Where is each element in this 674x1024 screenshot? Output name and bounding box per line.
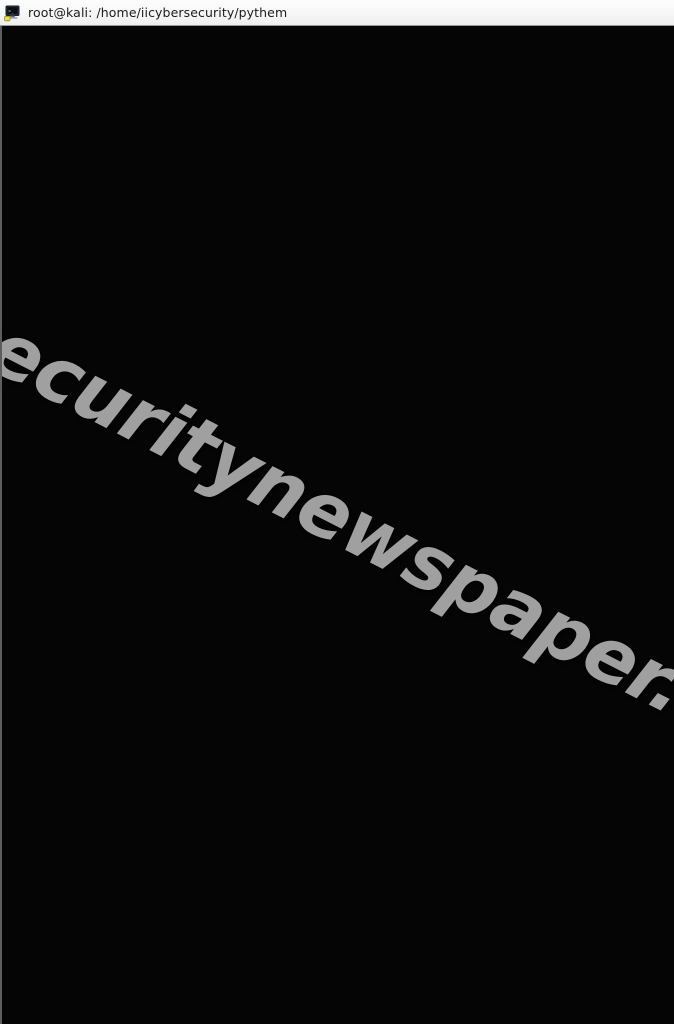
argument-item: - help — [2, 771, 674, 792]
window-titlebar[interactable]: >_ root@kali: /home/iicybersecurity/pyth… — [0, 0, 674, 26]
terminal-icon: >_ — [4, 4, 22, 22]
argument-item: - start — [2, 710, 674, 731]
terminal-screen: pythem> scan manual [+] Enter the port, … — [2, 26, 674, 1024]
terminal-line-input-prompt: [+] Enter the port, ports (separated by … — [2, 215, 674, 236]
arguments-heading-webcrawl: arguments: — [2, 586, 674, 607]
svg-text:>_: >_ — [8, 9, 14, 14]
example-command: pythem> webcrawl start — [2, 1019, 674, 1024]
module-header-webcrawl: [*] webcrawl: Start to crawl an URL targ… — [2, 462, 674, 483]
terminal-window: >_ root@kali: /home/iicybersecurity/pyth… — [0, 0, 674, 1024]
terminal-body[interactable]: pythem> scan manual [+] Enter the port, … — [0, 26, 674, 1024]
examples-heading-webcrawl: examples: — [2, 895, 674, 916]
terminal-line-command: pythem> scan manual — [2, 112, 674, 133]
window-title: root@kali: /home/iicybersecurity/pythem — [28, 5, 288, 20]
